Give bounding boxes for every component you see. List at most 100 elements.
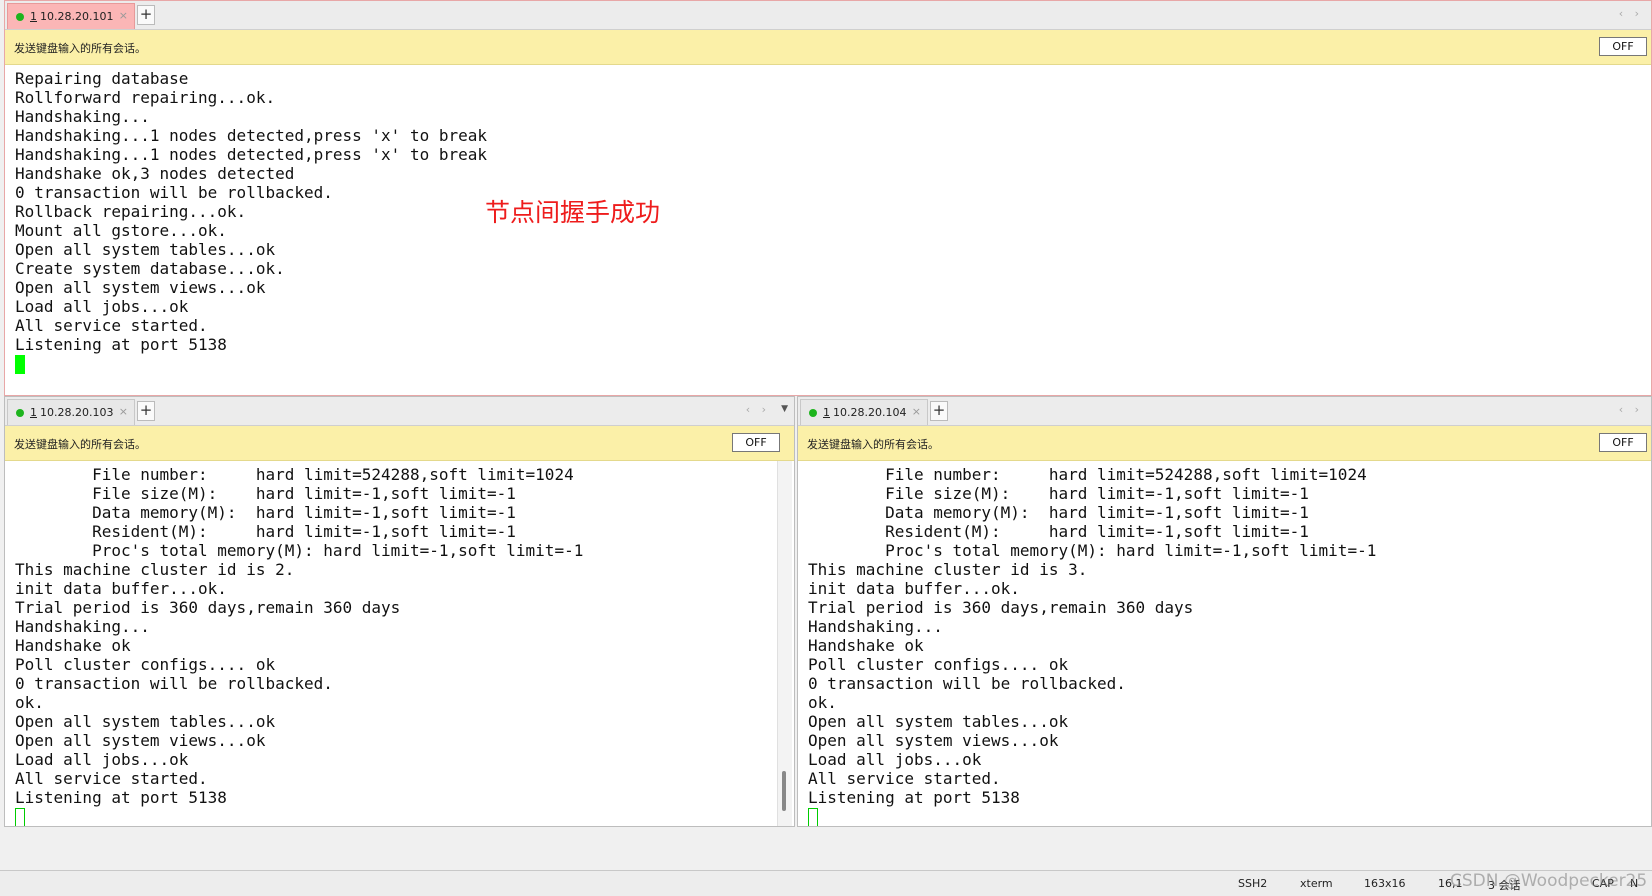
terminal-line: Trial period is 360 days,remain 360 days — [15, 598, 401, 617]
terminal-line: init data buffer...ok. — [808, 579, 1020, 598]
broadcast-off-button[interactable]: OFF — [1599, 433, 1647, 452]
tab-number: 1 — [823, 406, 830, 419]
terminal-cursor — [15, 808, 25, 826]
broadcast-off-button[interactable]: OFF — [1599, 37, 1647, 56]
terminal-line: This machine cluster id is 2. — [15, 560, 295, 579]
terminal-lines: Repairing database Rollforward repairing.… — [15, 69, 487, 374]
connected-status-icon — [16, 409, 24, 417]
terminal-line: init data buffer...ok. — [15, 579, 227, 598]
terminal-line: Data memory(M): hard limit=-1,soft limit… — [15, 503, 516, 522]
terminal-line: File number: hard limit=524288,soft limi… — [15, 465, 574, 484]
connected-status-icon — [809, 409, 817, 417]
tab-scroll-arrows-icon[interactable]: ‹ › — [1619, 403, 1643, 416]
tab-scroll-arrows-icon[interactable]: ‹ › — [1619, 7, 1643, 20]
terminal-line: Open all system tables...ok — [15, 712, 276, 731]
terminal-line: Data memory(M): hard limit=-1,soft limit… — [808, 503, 1309, 522]
top-tab-bar: 1 10.28.20.101 × + ‹ › — [5, 1, 1651, 30]
terminal-type: xterm — [1300, 877, 1333, 890]
terminal-cursor — [808, 808, 818, 826]
terminal-line: Resident(M): hard limit=-1,soft limit=-1 — [15, 522, 516, 541]
terminal-line: Trial period is 360 days,remain 360 days — [808, 598, 1194, 617]
terminal-line: Handshake ok — [15, 636, 131, 655]
terminal-lines: File number: hard limit=524288,soft limi… — [808, 465, 1376, 826]
terminal-line: 0 transaction will be rollbacked. — [15, 183, 333, 202]
terminal-line: Poll cluster configs.... ok — [15, 655, 276, 674]
broadcast-bar: 发送键盘输入的所有会话。 OFF — [798, 426, 1651, 461]
terminal-output[interactable]: Repairing database Rollforward repairing.… — [5, 65, 1651, 395]
tab-session-104[interactable]: 1 10.28.20.104 × — [800, 399, 928, 425]
terminal-line: Handshaking... — [15, 617, 150, 636]
broadcast-bar: 发送键盘输入的所有会话。 OFF — [5, 426, 794, 461]
terminal-line: File size(M): hard limit=-1,soft limit=-… — [808, 484, 1309, 503]
new-tab-button[interactable]: + — [930, 401, 948, 421]
terminal-size: 163x16 — [1364, 877, 1406, 890]
close-tab-icon[interactable]: × — [912, 405, 921, 418]
terminal-line: Handshake ok,3 nodes detected — [15, 164, 295, 183]
terminal-line: Open all system views...ok — [15, 731, 266, 750]
terminal-line: Load all jobs...ok — [15, 750, 189, 769]
top-session-pane: 1 10.28.20.101 × + ‹ › 发送键盘输入的所有会话。 OFF … — [4, 0, 1652, 396]
terminal-line: ok. — [808, 693, 837, 712]
tab-number: 1 — [30, 406, 37, 419]
close-tab-icon[interactable]: × — [119, 9, 128, 22]
terminal-line: Load all jobs...ok — [15, 297, 189, 316]
terminal-line: Create system database...ok. — [15, 259, 285, 278]
protocol-indicator: SSH2 — [1238, 877, 1268, 890]
left-tab-bar: 1 10.28.20.103 × + ‹ › ▼ — [5, 397, 794, 426]
handshake-annotation: 节点间握手成功 — [485, 198, 661, 227]
terminal-output[interactable]: File number: hard limit=524288,soft limi… — [5, 461, 794, 826]
tab-menu-chevron-down-icon[interactable]: ▼ — [781, 404, 788, 414]
terminal-line: Repairing database — [15, 69, 189, 88]
terminal-output[interactable]: File number: hard limit=524288,soft limi… — [798, 461, 1651, 826]
terminal-line: All service started. — [15, 316, 208, 335]
terminal-line: All service started. — [808, 769, 1001, 788]
terminal-line: Rollforward repairing...ok. — [15, 88, 276, 107]
terminal-line: Mount all gstore...ok. — [15, 221, 227, 240]
terminal-cursor — [15, 355, 25, 374]
terminal-line: Open all system views...ok — [15, 278, 266, 297]
terminal-line: This machine cluster id is 3. — [808, 560, 1088, 579]
terminal-line: Listening at port 5138 — [808, 788, 1020, 807]
tab-host: 10.28.20.101 — [40, 10, 114, 23]
terminal-line: 0 transaction will be rollbacked. — [808, 674, 1126, 693]
terminal-line: Resident(M): hard limit=-1,soft limit=-1 — [808, 522, 1309, 541]
watermark: CSDN @Woodpecker25 — [1450, 871, 1648, 891]
terminal-line: Rollback repairing...ok. — [15, 202, 247, 221]
terminal-line: Handshake ok — [808, 636, 924, 655]
tab-scroll-arrows-icon[interactable]: ‹ › — [746, 403, 770, 416]
terminal-lines: File number: hard limit=524288,soft limi… — [15, 465, 583, 826]
tab-number: 1 — [30, 10, 37, 23]
new-tab-button[interactable]: + — [137, 5, 155, 25]
tab-session-103[interactable]: 1 10.28.20.103 × — [7, 399, 135, 425]
right-tab-bar: 1 10.28.20.104 × + ‹ › — [798, 397, 1651, 426]
scrollbar-thumb[interactable] — [782, 771, 786, 811]
terminal-line: Open all system views...ok — [808, 731, 1059, 750]
terminal-line: Handshaking...1 nodes detected,press 'x'… — [15, 126, 488, 145]
close-tab-icon[interactable]: × — [119, 405, 128, 418]
broadcast-label: 发送键盘输入的所有会话。 — [807, 438, 939, 451]
broadcast-off-button[interactable]: OFF — [732, 433, 780, 452]
terminal-line: Load all jobs...ok — [808, 750, 982, 769]
tab-host: 10.28.20.103 — [40, 406, 114, 419]
tab-session-101[interactable]: 1 10.28.20.101 × — [7, 3, 135, 29]
terminal-line: Proc's total memory(M): hard limit=-1,so… — [808, 541, 1377, 560]
terminal-line: Poll cluster configs.... ok — [808, 655, 1069, 674]
tab-host: 10.28.20.104 — [833, 406, 907, 419]
terminal-line: Open all system tables...ok — [808, 712, 1069, 731]
broadcast-label: 发送键盘输入的所有会话。 — [14, 42, 146, 55]
broadcast-label: 发送键盘输入的所有会话。 — [14, 438, 146, 451]
new-tab-button[interactable]: + — [137, 401, 155, 421]
right-session-pane: 1 10.28.20.104 × + ‹ › 发送键盘输入的所有会话。 OFF … — [797, 396, 1652, 827]
terminal-scrollbar[interactable] — [777, 461, 792, 826]
terminal-line: File size(M): hard limit=-1,soft limit=-… — [15, 484, 516, 503]
terminal-line: Listening at port 5138 — [15, 788, 227, 807]
broadcast-bar: 发送键盘输入的所有会话。 OFF — [5, 30, 1651, 65]
terminal-line: File number: hard limit=524288,soft limi… — [808, 465, 1367, 484]
terminal-line: Handshaking... — [808, 617, 943, 636]
terminal-line: Open all system tables...ok — [15, 240, 276, 259]
connected-status-icon — [16, 13, 24, 21]
status-bar: SSH2 xterm 163x16 16,1 3 会话 CAP N CSDN @… — [0, 870, 1652, 896]
terminal-line: Handshaking... — [15, 107, 150, 126]
terminal-line: 0 transaction will be rollbacked. — [15, 674, 333, 693]
terminal-line: ok. — [15, 693, 44, 712]
